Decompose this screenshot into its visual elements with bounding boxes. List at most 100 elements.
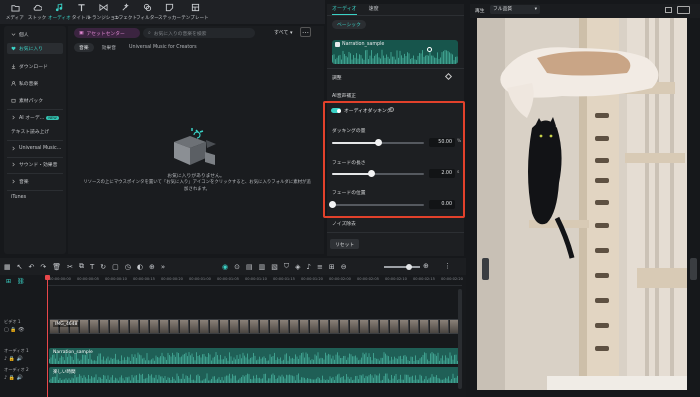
track-icon[interactable]: ▧ bbox=[271, 263, 278, 271]
tab-universal-music[interactable]: Universal Music for Creators bbox=[124, 43, 202, 52]
quality-dropdown[interactable]: フル品質 ▾ bbox=[490, 5, 540, 14]
section-adjust: 調整 bbox=[332, 76, 342, 81]
chevron-down-icon: ▾ bbox=[290, 30, 293, 36]
music-clip[interactable]: 楽しい時間 bbox=[49, 367, 462, 383]
tab-audio[interactable]: オーディオ bbox=[332, 5, 357, 15]
sidebar-item-itunes[interactable]: iTunes bbox=[7, 192, 63, 203]
filter-dropdown[interactable]: すべて ▾ bbox=[274, 29, 293, 36]
folder-icon bbox=[10, 5, 20, 12]
speed-icon[interactable]: ◷ bbox=[125, 263, 131, 271]
volume-knob[interactable] bbox=[427, 47, 432, 52]
sidebar-item-universal-music[interactable]: Universal Music… bbox=[7, 143, 63, 154]
track-icons: ♪ 🔒 🔊 bbox=[4, 375, 23, 381]
film-frame bbox=[169, 320, 178, 333]
toolbar-sticker-button[interactable]: ステッカー bbox=[158, 0, 181, 21]
keyframe-diamond-icon[interactable] bbox=[444, 72, 453, 81]
track-header-audio-2: オーディオ 2 ♪ 🔒 🔊 bbox=[4, 367, 44, 381]
split-icon[interactable]: ✂ bbox=[67, 263, 73, 271]
toolbar-stock-button[interactable]: ストック bbox=[26, 0, 48, 21]
chevron-down-icon bbox=[11, 33, 16, 36]
mix-icon[interactable]: ▤ bbox=[246, 263, 253, 271]
toolbar-transition-button[interactable]: トランジション bbox=[87, 0, 119, 21]
checkbox-icon[interactable] bbox=[335, 42, 340, 47]
film-frame bbox=[249, 320, 258, 333]
film-frame bbox=[439, 320, 448, 333]
sidebar-item-material-pack[interactable]: 素材パック bbox=[7, 95, 63, 106]
preview-scroll-handle-right[interactable] bbox=[690, 258, 697, 280]
sidebar-item-favorites[interactable]: お気に入り bbox=[7, 43, 63, 54]
sidebar-item-download[interactable]: ダウンロード bbox=[7, 61, 63, 72]
mic-icon[interactable]: ♪ bbox=[307, 263, 311, 271]
sidebar-item-personal[interactable]: 個人 bbox=[7, 29, 63, 40]
sidebar-item-my-music[interactable]: 私の音楽 bbox=[7, 78, 63, 89]
tab-music[interactable]: 音楽 bbox=[74, 43, 94, 52]
audio-edit-icon[interactable]: ▥ bbox=[259, 263, 266, 271]
film-frame bbox=[239, 320, 248, 333]
rotate-icon[interactable]: ↻ bbox=[100, 263, 106, 271]
expand-icon[interactable]: » bbox=[161, 263, 165, 271]
sidebar-divider bbox=[7, 173, 63, 174]
toolbar-template-button[interactable]: テンプレート bbox=[180, 0, 210, 21]
undo-icon[interactable]: ↶ bbox=[29, 263, 35, 271]
asset-center-button[interactable]: ▣ アセットセンター bbox=[74, 28, 140, 38]
category-sidebar: 個人 お気に入り ダウンロード 私の音楽 素材パック AI オーデ… NEW テ… bbox=[4, 26, 66, 254]
sidebar-item-ai-audio[interactable]: AI オーデ… NEW bbox=[7, 112, 63, 123]
delete-icon[interactable]: 🗑 bbox=[52, 263, 61, 271]
redo-icon[interactable]: ↷ bbox=[40, 263, 46, 271]
more-options-button[interactable]: … bbox=[300, 27, 311, 37]
zoom-slider[interactable] bbox=[384, 263, 420, 270]
snap-icon[interactable]: ⊞ bbox=[329, 263, 335, 271]
chevron-right-icon bbox=[12, 146, 15, 151]
zoom-slider-knob[interactable] bbox=[406, 263, 412, 270]
frame-icon[interactable]: ▢ bbox=[112, 263, 119, 271]
grid-icon[interactable]: ▦ bbox=[4, 263, 11, 271]
tab-speed[interactable]: 速度 bbox=[369, 5, 379, 14]
link-icon[interactable]: ⛓ bbox=[17, 278, 25, 285]
zoom-in-icon[interactable]: ⊕ bbox=[423, 262, 429, 270]
marker-icon[interactable]: ◈ bbox=[295, 263, 300, 271]
toolbar-media-button[interactable]: メディア bbox=[4, 0, 26, 21]
toolbar-audio-button[interactable]: オーディオ bbox=[48, 0, 70, 21]
audio-clip-card[interactable]: Narration_sample bbox=[332, 40, 458, 64]
sidebar-item-sound-effects[interactable]: サウンド・効果音 bbox=[7, 159, 63, 170]
track-name: オーディオ 1 bbox=[4, 348, 29, 353]
tab-sound-effects[interactable]: 効果音 bbox=[97, 43, 121, 52]
toolbar-effect-button[interactable]: エフェクト bbox=[114, 0, 137, 21]
video-clip[interactable]: IMG_4648 bbox=[49, 319, 462, 334]
playhead[interactable] bbox=[45, 275, 50, 397]
toolbar-filter-button[interactable]: フィルター bbox=[136, 0, 158, 21]
timeline-scrollbar[interactable] bbox=[458, 289, 462, 389]
text-t-icon bbox=[77, 4, 85, 12]
timeline-settings-icon[interactable]: ⋮ bbox=[444, 262, 451, 270]
sidebar-item-text-to-speech[interactable]: テキスト読み上げ bbox=[7, 126, 63, 137]
reset-button[interactable]: リセット bbox=[330, 239, 360, 249]
preview-scroll-handle[interactable] bbox=[482, 258, 489, 280]
film-frame bbox=[369, 320, 378, 333]
playhead-handle[interactable] bbox=[45, 275, 50, 280]
display-toggle-icon[interactable] bbox=[677, 6, 690, 14]
select-arrow-icon[interactable]: ↖ bbox=[17, 263, 23, 271]
film-frame bbox=[399, 320, 408, 333]
search-input[interactable]: ⌕ お気に入りの音楽を検索 bbox=[143, 28, 255, 38]
narration-clip[interactable]: Narration_sample bbox=[49, 348, 462, 364]
ruler-timecode: 00:00:02:10 bbox=[385, 277, 407, 281]
empty-message-title: お気に入りがありません。 bbox=[167, 174, 225, 179]
crop-icon[interactable]: ⧉ bbox=[79, 262, 84, 271]
effect-icon bbox=[121, 3, 129, 11]
shield-icon[interactable]: ⛉ bbox=[284, 262, 289, 271]
zoom-out-icon[interactable]: ⊖ bbox=[341, 263, 347, 271]
film-frame bbox=[289, 320, 298, 333]
text-icon[interactable]: T bbox=[90, 263, 94, 271]
snapshot-icon[interactable] bbox=[665, 7, 672, 13]
add-track-icon[interactable]: ⊞ bbox=[6, 278, 11, 285]
film-frame bbox=[329, 320, 338, 333]
time-ruler[interactable]: 00:00:00:00 00:00:00:05 00:00:00:10 00:00:0… bbox=[47, 275, 463, 286]
color-icon[interactable]: ◐ bbox=[137, 263, 143, 271]
record-icon[interactable]: ⊙ bbox=[234, 263, 240, 271]
sidebar-item-music[interactable]: 音楽 bbox=[7, 176, 63, 187]
ai-tool-icon[interactable]: ◉ bbox=[222, 263, 228, 271]
preview-viewport[interactable] bbox=[477, 18, 687, 390]
list-icon[interactable]: ≡ bbox=[317, 263, 323, 271]
subtab-basic[interactable]: ベーシック bbox=[332, 20, 366, 29]
zoom-icon[interactable]: ⊕ bbox=[149, 263, 155, 271]
